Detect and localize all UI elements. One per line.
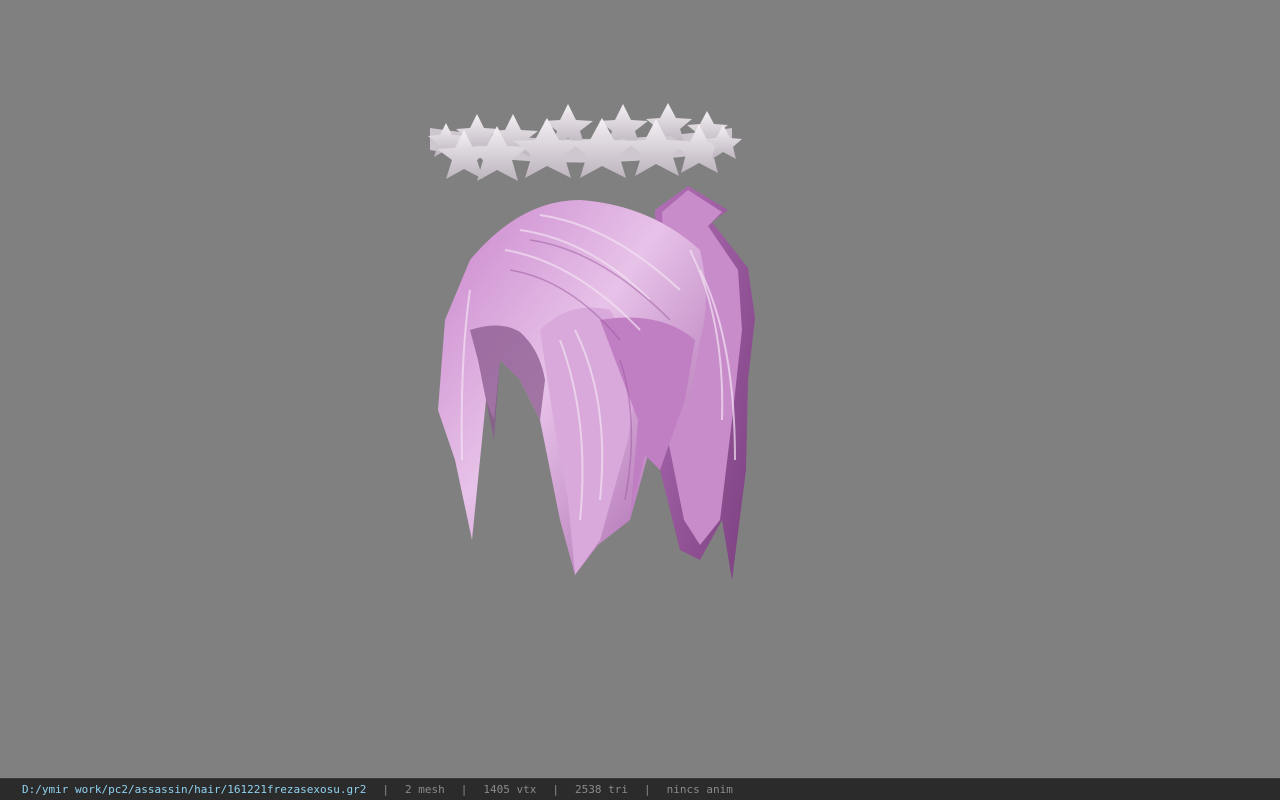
mesh-count: 2 mesh (405, 783, 445, 796)
model-render[interactable] (0, 0, 1280, 778)
pink-hair (438, 186, 755, 580)
separator: | (382, 783, 389, 796)
vertex-count: 1405 vtx (483, 783, 537, 796)
3d-viewport[interactable] (0, 0, 1280, 778)
animation-status: nincs anim (666, 783, 733, 796)
separator: | (552, 783, 559, 796)
status-bar: D:/ymir work/pc2/assassin/hair/161221fre… (0, 778, 1280, 800)
separator: | (460, 783, 468, 796)
triangle-count: 2538 tri (574, 783, 628, 796)
separator: | (643, 783, 651, 796)
star-tiara (428, 103, 742, 181)
file-path: D:/ymir work/pc2/assassin/hair/161221fre… (22, 783, 367, 796)
